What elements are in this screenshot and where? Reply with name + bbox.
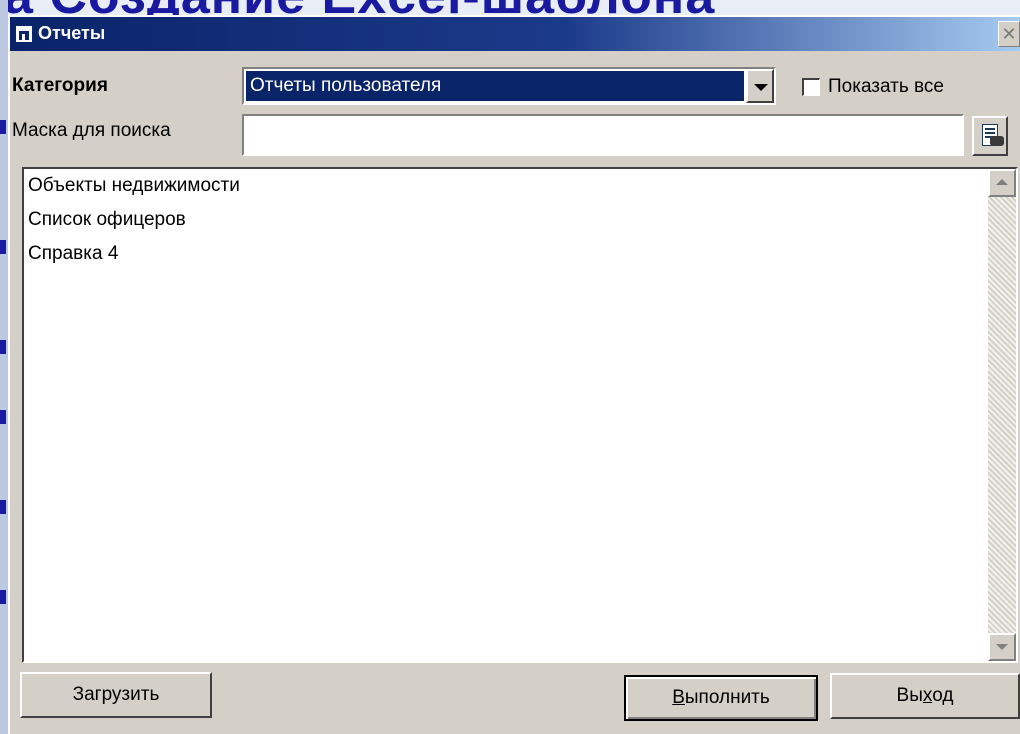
arrow-up-icon (996, 179, 1008, 185)
list-item[interactable]: Справка 4 (28, 243, 118, 265)
find-button[interactable] (972, 116, 1008, 156)
show-all-checkbox[interactable] (802, 78, 820, 96)
run-button[interactable]: Выполнить (624, 675, 818, 721)
reports-dialog: Отчеты ✕ Категория Отчеты пользователя П… (8, 15, 1020, 734)
list-item[interactable]: Объекты недвижимости (28, 175, 240, 197)
exit-label-rest: од (932, 685, 954, 706)
scroll-up-button[interactable] (988, 169, 1016, 197)
show-all-label[interactable]: Показать все (828, 76, 944, 98)
exit-button[interactable]: Выход (830, 673, 1020, 719)
run-mnemonic: В (672, 687, 685, 708)
arrow-down-icon (996, 644, 1008, 650)
scroll-down-button[interactable] (988, 633, 1016, 661)
search-mask-input[interactable] (242, 114, 964, 156)
reports-listbox[interactable]: Объекты недвижимости Список офицеров Спр… (22, 167, 1018, 663)
title-bar[interactable]: Отчеты ✕ (10, 17, 1020, 51)
exit-label-prefix: Вы (896, 685, 923, 706)
exit-mnemonic: х (922, 685, 933, 706)
close-button[interactable]: ✕ (998, 21, 1020, 47)
vertical-scrollbar[interactable] (988, 169, 1016, 661)
window-icon (16, 26, 32, 42)
category-selected-value[interactable]: Отчеты пользователя (246, 71, 744, 101)
list-item[interactable]: Список офицеров (28, 209, 186, 231)
category-dropdown-button[interactable] (746, 69, 774, 103)
load-button[interactable]: Загрузить (20, 672, 212, 718)
binoculars-icon (990, 136, 1004, 146)
category-label: Категория (12, 75, 108, 96)
category-combobox[interactable]: Отчеты пользователя (242, 67, 776, 105)
chevron-down-icon (754, 84, 768, 91)
window-title: Отчеты (38, 23, 106, 43)
slide-edge (0, 0, 8, 734)
run-label-rest: ыполнить (684, 687, 770, 708)
search-mask-label: Маска для поиска (12, 120, 171, 141)
